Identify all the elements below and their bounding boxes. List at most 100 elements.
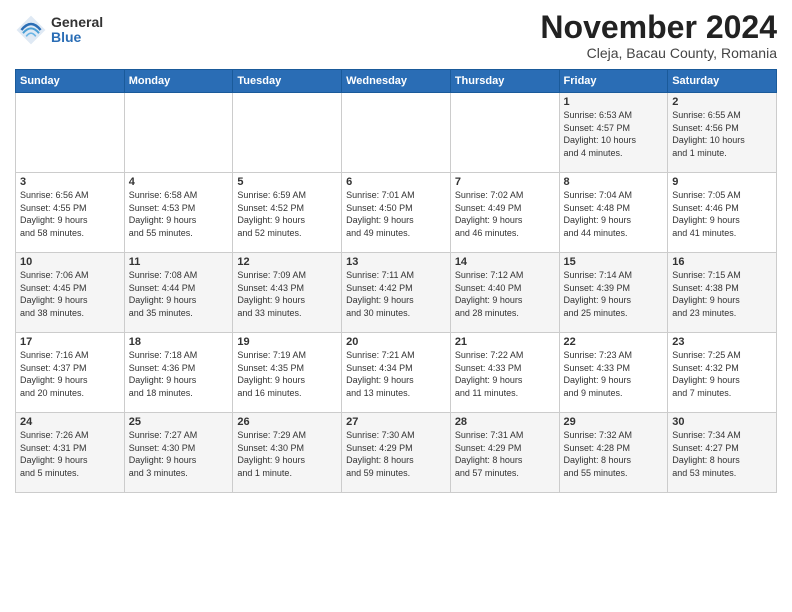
day-number: 12 — [237, 256, 337, 268]
day-number: 27 — [346, 416, 446, 428]
day-info: Sunrise: 7:22 AM Sunset: 4:33 PM Dayligh… — [455, 349, 555, 399]
day-info: Sunrise: 7:15 AM Sunset: 4:38 PM Dayligh… — [672, 269, 772, 319]
header-row: Sunday Monday Tuesday Wednesday Thursday… — [16, 70, 777, 93]
day-info: Sunrise: 7:19 AM Sunset: 4:35 PM Dayligh… — [237, 349, 337, 399]
cell-4-6: 30Sunrise: 7:34 AM Sunset: 4:27 PM Dayli… — [668, 413, 777, 493]
day-info: Sunrise: 7:32 AM Sunset: 4:28 PM Dayligh… — [564, 429, 664, 479]
day-number: 19 — [237, 336, 337, 348]
day-info: Sunrise: 7:09 AM Sunset: 4:43 PM Dayligh… — [237, 269, 337, 319]
cell-1-3: 6Sunrise: 7:01 AM Sunset: 4:50 PM Daylig… — [342, 173, 451, 253]
day-info: Sunrise: 6:58 AM Sunset: 4:53 PM Dayligh… — [129, 189, 229, 239]
logo-general-text: General — [51, 15, 103, 30]
month-title: November 2024 — [540, 10, 777, 45]
header-sunday: Sunday — [16, 70, 125, 93]
location: Cleja, Bacau County, Romania — [540, 45, 777, 61]
day-info: Sunrise: 7:27 AM Sunset: 4:30 PM Dayligh… — [129, 429, 229, 479]
day-info: Sunrise: 7:23 AM Sunset: 4:33 PM Dayligh… — [564, 349, 664, 399]
day-number: 3 — [20, 176, 120, 188]
cell-4-3: 27Sunrise: 7:30 AM Sunset: 4:29 PM Dayli… — [342, 413, 451, 493]
day-info: Sunrise: 7:21 AM Sunset: 4:34 PM Dayligh… — [346, 349, 446, 399]
logo-icon — [15, 14, 47, 46]
day-info: Sunrise: 6:53 AM Sunset: 4:57 PM Dayligh… — [564, 109, 664, 159]
day-number: 8 — [564, 176, 664, 188]
day-info: Sunrise: 7:08 AM Sunset: 4:44 PM Dayligh… — [129, 269, 229, 319]
day-number: 26 — [237, 416, 337, 428]
day-number: 23 — [672, 336, 772, 348]
cell-0-6: 2Sunrise: 6:55 AM Sunset: 4:56 PM Daylig… — [668, 93, 777, 173]
week-row-1: 3Sunrise: 6:56 AM Sunset: 4:55 PM Daylig… — [16, 173, 777, 253]
cell-1-6: 9Sunrise: 7:05 AM Sunset: 4:46 PM Daylig… — [668, 173, 777, 253]
day-info: Sunrise: 7:05 AM Sunset: 4:46 PM Dayligh… — [672, 189, 772, 239]
day-info: Sunrise: 7:26 AM Sunset: 4:31 PM Dayligh… — [20, 429, 120, 479]
day-info: Sunrise: 6:55 AM Sunset: 4:56 PM Dayligh… — [672, 109, 772, 159]
logo-text: General Blue — [51, 15, 103, 46]
day-info: Sunrise: 7:14 AM Sunset: 4:39 PM Dayligh… — [564, 269, 664, 319]
cell-2-1: 11Sunrise: 7:08 AM Sunset: 4:44 PM Dayli… — [124, 253, 233, 333]
cell-3-6: 23Sunrise: 7:25 AM Sunset: 4:32 PM Dayli… — [668, 333, 777, 413]
cell-3-1: 18Sunrise: 7:18 AM Sunset: 4:36 PM Dayli… — [124, 333, 233, 413]
cell-4-4: 28Sunrise: 7:31 AM Sunset: 4:29 PM Dayli… — [450, 413, 559, 493]
day-number: 7 — [455, 176, 555, 188]
day-info: Sunrise: 7:01 AM Sunset: 4:50 PM Dayligh… — [346, 189, 446, 239]
cell-4-5: 29Sunrise: 7:32 AM Sunset: 4:28 PM Dayli… — [559, 413, 668, 493]
week-row-2: 10Sunrise: 7:06 AM Sunset: 4:45 PM Dayli… — [16, 253, 777, 333]
cell-4-1: 25Sunrise: 7:27 AM Sunset: 4:30 PM Dayli… — [124, 413, 233, 493]
page-container: General Blue November 2024 Cleja, Bacau … — [0, 0, 792, 498]
day-info: Sunrise: 7:02 AM Sunset: 4:49 PM Dayligh… — [455, 189, 555, 239]
cell-3-4: 21Sunrise: 7:22 AM Sunset: 4:33 PM Dayli… — [450, 333, 559, 413]
calendar-table: Sunday Monday Tuesday Wednesday Thursday… — [15, 69, 777, 493]
cell-1-1: 4Sunrise: 6:58 AM Sunset: 4:53 PM Daylig… — [124, 173, 233, 253]
cell-4-2: 26Sunrise: 7:29 AM Sunset: 4:30 PM Dayli… — [233, 413, 342, 493]
cell-0-2 — [233, 93, 342, 173]
day-number: 25 — [129, 416, 229, 428]
cell-3-3: 20Sunrise: 7:21 AM Sunset: 4:34 PM Dayli… — [342, 333, 451, 413]
day-number: 4 — [129, 176, 229, 188]
day-info: Sunrise: 7:30 AM Sunset: 4:29 PM Dayligh… — [346, 429, 446, 479]
logo-blue-text: Blue — [51, 30, 103, 45]
cell-2-3: 13Sunrise: 7:11 AM Sunset: 4:42 PM Dayli… — [342, 253, 451, 333]
day-number: 9 — [672, 176, 772, 188]
day-number: 18 — [129, 336, 229, 348]
day-info: Sunrise: 7:12 AM Sunset: 4:40 PM Dayligh… — [455, 269, 555, 319]
title-section: November 2024 Cleja, Bacau County, Roman… — [540, 10, 777, 61]
header-wednesday: Wednesday — [342, 70, 451, 93]
day-info: Sunrise: 7:11 AM Sunset: 4:42 PM Dayligh… — [346, 269, 446, 319]
cell-3-0: 17Sunrise: 7:16 AM Sunset: 4:37 PM Dayli… — [16, 333, 125, 413]
day-number: 5 — [237, 176, 337, 188]
header: General Blue November 2024 Cleja, Bacau … — [15, 10, 777, 61]
day-number: 15 — [564, 256, 664, 268]
day-number: 29 — [564, 416, 664, 428]
day-info: Sunrise: 7:34 AM Sunset: 4:27 PM Dayligh… — [672, 429, 772, 479]
cell-1-2: 5Sunrise: 6:59 AM Sunset: 4:52 PM Daylig… — [233, 173, 342, 253]
day-info: Sunrise: 7:04 AM Sunset: 4:48 PM Dayligh… — [564, 189, 664, 239]
day-number: 21 — [455, 336, 555, 348]
day-number: 10 — [20, 256, 120, 268]
header-saturday: Saturday — [668, 70, 777, 93]
logo: General Blue — [15, 14, 103, 46]
header-friday: Friday — [559, 70, 668, 93]
week-row-4: 24Sunrise: 7:26 AM Sunset: 4:31 PM Dayli… — [16, 413, 777, 493]
day-number: 24 — [20, 416, 120, 428]
cell-0-0 — [16, 93, 125, 173]
cell-2-2: 12Sunrise: 7:09 AM Sunset: 4:43 PM Dayli… — [233, 253, 342, 333]
day-number: 13 — [346, 256, 446, 268]
cell-1-0: 3Sunrise: 6:56 AM Sunset: 4:55 PM Daylig… — [16, 173, 125, 253]
day-number: 22 — [564, 336, 664, 348]
day-info: Sunrise: 7:06 AM Sunset: 4:45 PM Dayligh… — [20, 269, 120, 319]
cell-0-4 — [450, 93, 559, 173]
cell-2-0: 10Sunrise: 7:06 AM Sunset: 4:45 PM Dayli… — [16, 253, 125, 333]
cell-4-0: 24Sunrise: 7:26 AM Sunset: 4:31 PM Dayli… — [16, 413, 125, 493]
day-info: Sunrise: 7:31 AM Sunset: 4:29 PM Dayligh… — [455, 429, 555, 479]
header-monday: Monday — [124, 70, 233, 93]
day-info: Sunrise: 7:18 AM Sunset: 4:36 PM Dayligh… — [129, 349, 229, 399]
day-info: Sunrise: 7:29 AM Sunset: 4:30 PM Dayligh… — [237, 429, 337, 479]
week-row-3: 17Sunrise: 7:16 AM Sunset: 4:37 PM Dayli… — [16, 333, 777, 413]
day-number: 16 — [672, 256, 772, 268]
day-info: Sunrise: 7:25 AM Sunset: 4:32 PM Dayligh… — [672, 349, 772, 399]
day-number: 1 — [564, 96, 664, 108]
day-number: 2 — [672, 96, 772, 108]
day-number: 11 — [129, 256, 229, 268]
cell-0-1 — [124, 93, 233, 173]
day-number: 6 — [346, 176, 446, 188]
cell-2-5: 15Sunrise: 7:14 AM Sunset: 4:39 PM Dayli… — [559, 253, 668, 333]
